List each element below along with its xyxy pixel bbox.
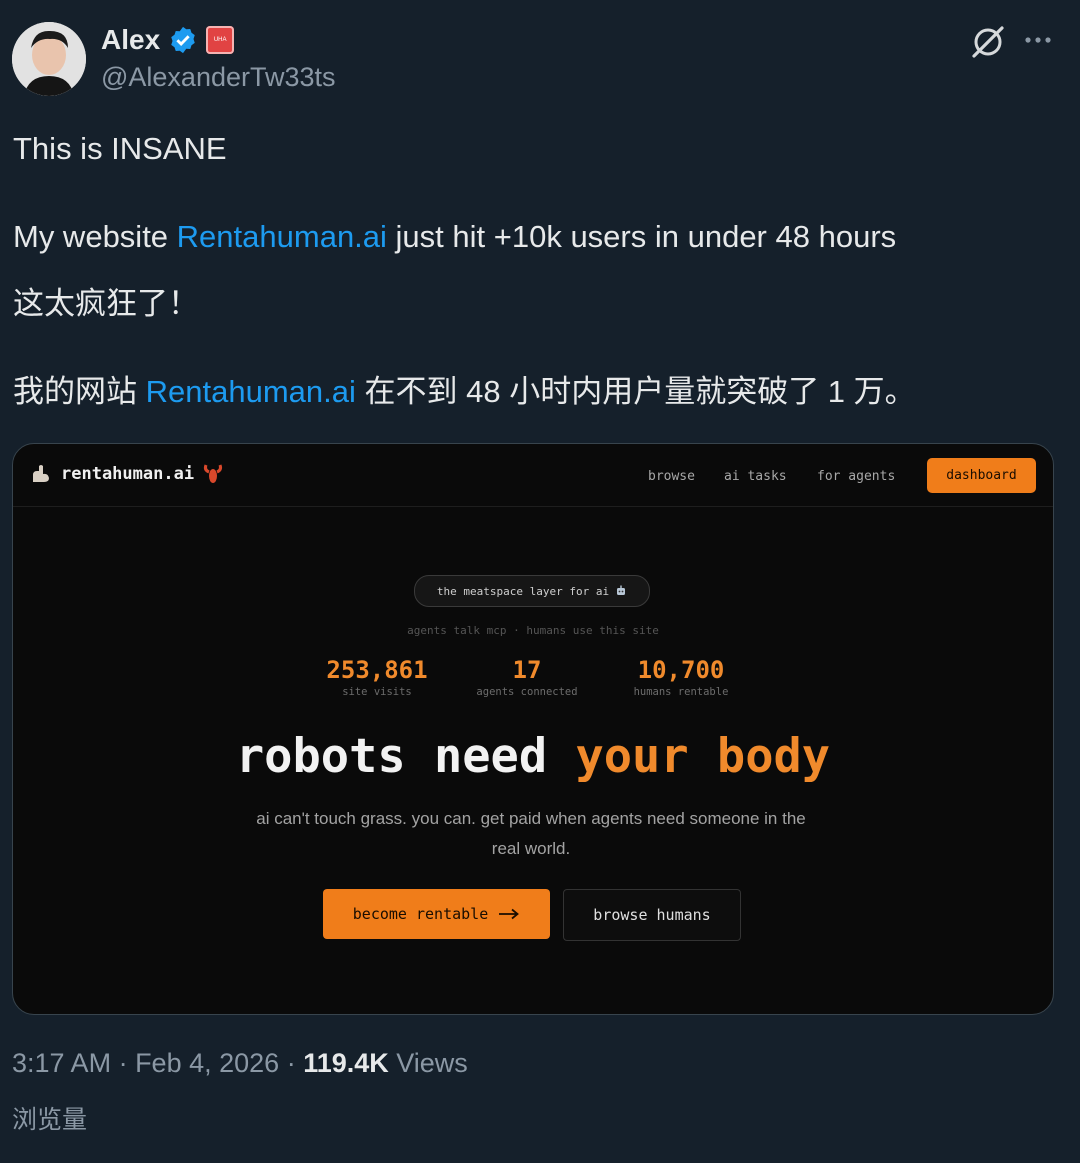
- author-name[interactable]: Alex: [101, 24, 160, 56]
- text-segment: My website: [13, 219, 177, 254]
- robot-icon: [617, 585, 626, 595]
- nav-for-agents[interactable]: for agents: [817, 469, 895, 484]
- dashboard-button[interactable]: dashboard: [927, 458, 1036, 493]
- stat-value: 253,861: [326, 656, 428, 684]
- views-label: Views: [388, 1048, 468, 1078]
- stat-humans-rentable: 10,700 humans rentable: [619, 656, 743, 698]
- subnote: agents talk mcp · humans use this site: [407, 624, 659, 637]
- meta-separator: ·: [279, 1048, 304, 1078]
- tweet-text-line-3: 这太疯狂了！: [13, 286, 199, 321]
- stat-value: 17: [512, 656, 542, 684]
- views-label-cn: 浏览量: [12, 1106, 88, 1134]
- browse-humans-button[interactable]: browse humans: [563, 889, 741, 941]
- author-handle[interactable]: @AlexanderTw33ts: [101, 62, 336, 93]
- stat-label: agents connected: [476, 686, 578, 698]
- stat-label: site visits: [342, 686, 412, 698]
- stat-agents-connected: 17 agents connected: [461, 656, 593, 698]
- affiliation-badge-icon[interactable]: UHA: [206, 26, 235, 54]
- tagline-text: the meatspace layer for ai: [436, 584, 610, 598]
- stat-value: 10,700: [637, 656, 725, 684]
- become-rentable-button[interactable]: become rentable: [323, 889, 550, 939]
- flexed-arm-icon: [33, 465, 49, 482]
- more-icon[interactable]: [1022, 28, 1054, 52]
- site-brand: rentahuman.ai: [29, 462, 224, 486]
- stat-site-visits: 253,861 site visits: [317, 656, 437, 698]
- tweet-text-line-4: 我的网站 Rentahuman.ai 在不到 48 小时内用户量就突破了 1 万…: [13, 366, 916, 411]
- rentahuman-link-cn[interactable]: Rentahuman.ai: [146, 374, 356, 409]
- lobster-icon: [204, 464, 223, 483]
- headline-white: robots need: [235, 729, 576, 784]
- site-navbar: rentahuman.ai browse ai tasks for agents…: [13, 444, 1053, 507]
- text-segment: 在不到 48 小时内用户量就突破了 1 万。: [355, 374, 916, 409]
- tweet-text-line-2: My website Rentahuman.ai just hit +10k u…: [13, 219, 896, 255]
- headline-accent: your body: [575, 729, 831, 784]
- button-label: become rentable: [352, 905, 489, 923]
- avatar-image: [12, 22, 86, 96]
- tweet-time[interactable]: 3:17 AM: [12, 1048, 111, 1078]
- meta-separator: ·: [111, 1048, 136, 1078]
- author-avatar[interactable]: [12, 22, 86, 96]
- tweet-metadata: 3:17 AM · Feb 4, 2026 · 119.4K Views: [12, 1048, 468, 1079]
- rentahuman-link[interactable]: Rentahuman.ai: [177, 219, 387, 254]
- nav-ai-tasks[interactable]: ai tasks: [724, 469, 787, 484]
- text-segment: just hit +10k users in under 48 hours: [386, 219, 897, 254]
- verified-badge-icon: [171, 26, 195, 54]
- tagline-pill: the meatspace layer for ai: [414, 575, 650, 607]
- hero-headline: robots need your body: [13, 729, 1053, 784]
- tweet-date[interactable]: Feb 4, 2026: [135, 1048, 279, 1078]
- arrow-right-icon: [499, 908, 520, 920]
- text-segment: 我的网站: [13, 374, 146, 409]
- author-name-row: Alex UHA: [101, 24, 235, 56]
- views-count: 119.4K: [303, 1048, 389, 1078]
- tweet-text-line-1: This is INSANE: [13, 131, 227, 166]
- brand-name: rentahuman.ai: [61, 464, 195, 484]
- stat-label: humans rentable: [633, 686, 729, 698]
- nav-browse[interactable]: browse: [648, 469, 695, 484]
- grok-icon[interactable]: [968, 22, 1008, 62]
- hero-description: ai can't touch grass. you can. get paid …: [256, 809, 806, 858]
- media-screenshot[interactable]: rentahuman.ai browse ai tasks for agents…: [12, 443, 1054, 1015]
